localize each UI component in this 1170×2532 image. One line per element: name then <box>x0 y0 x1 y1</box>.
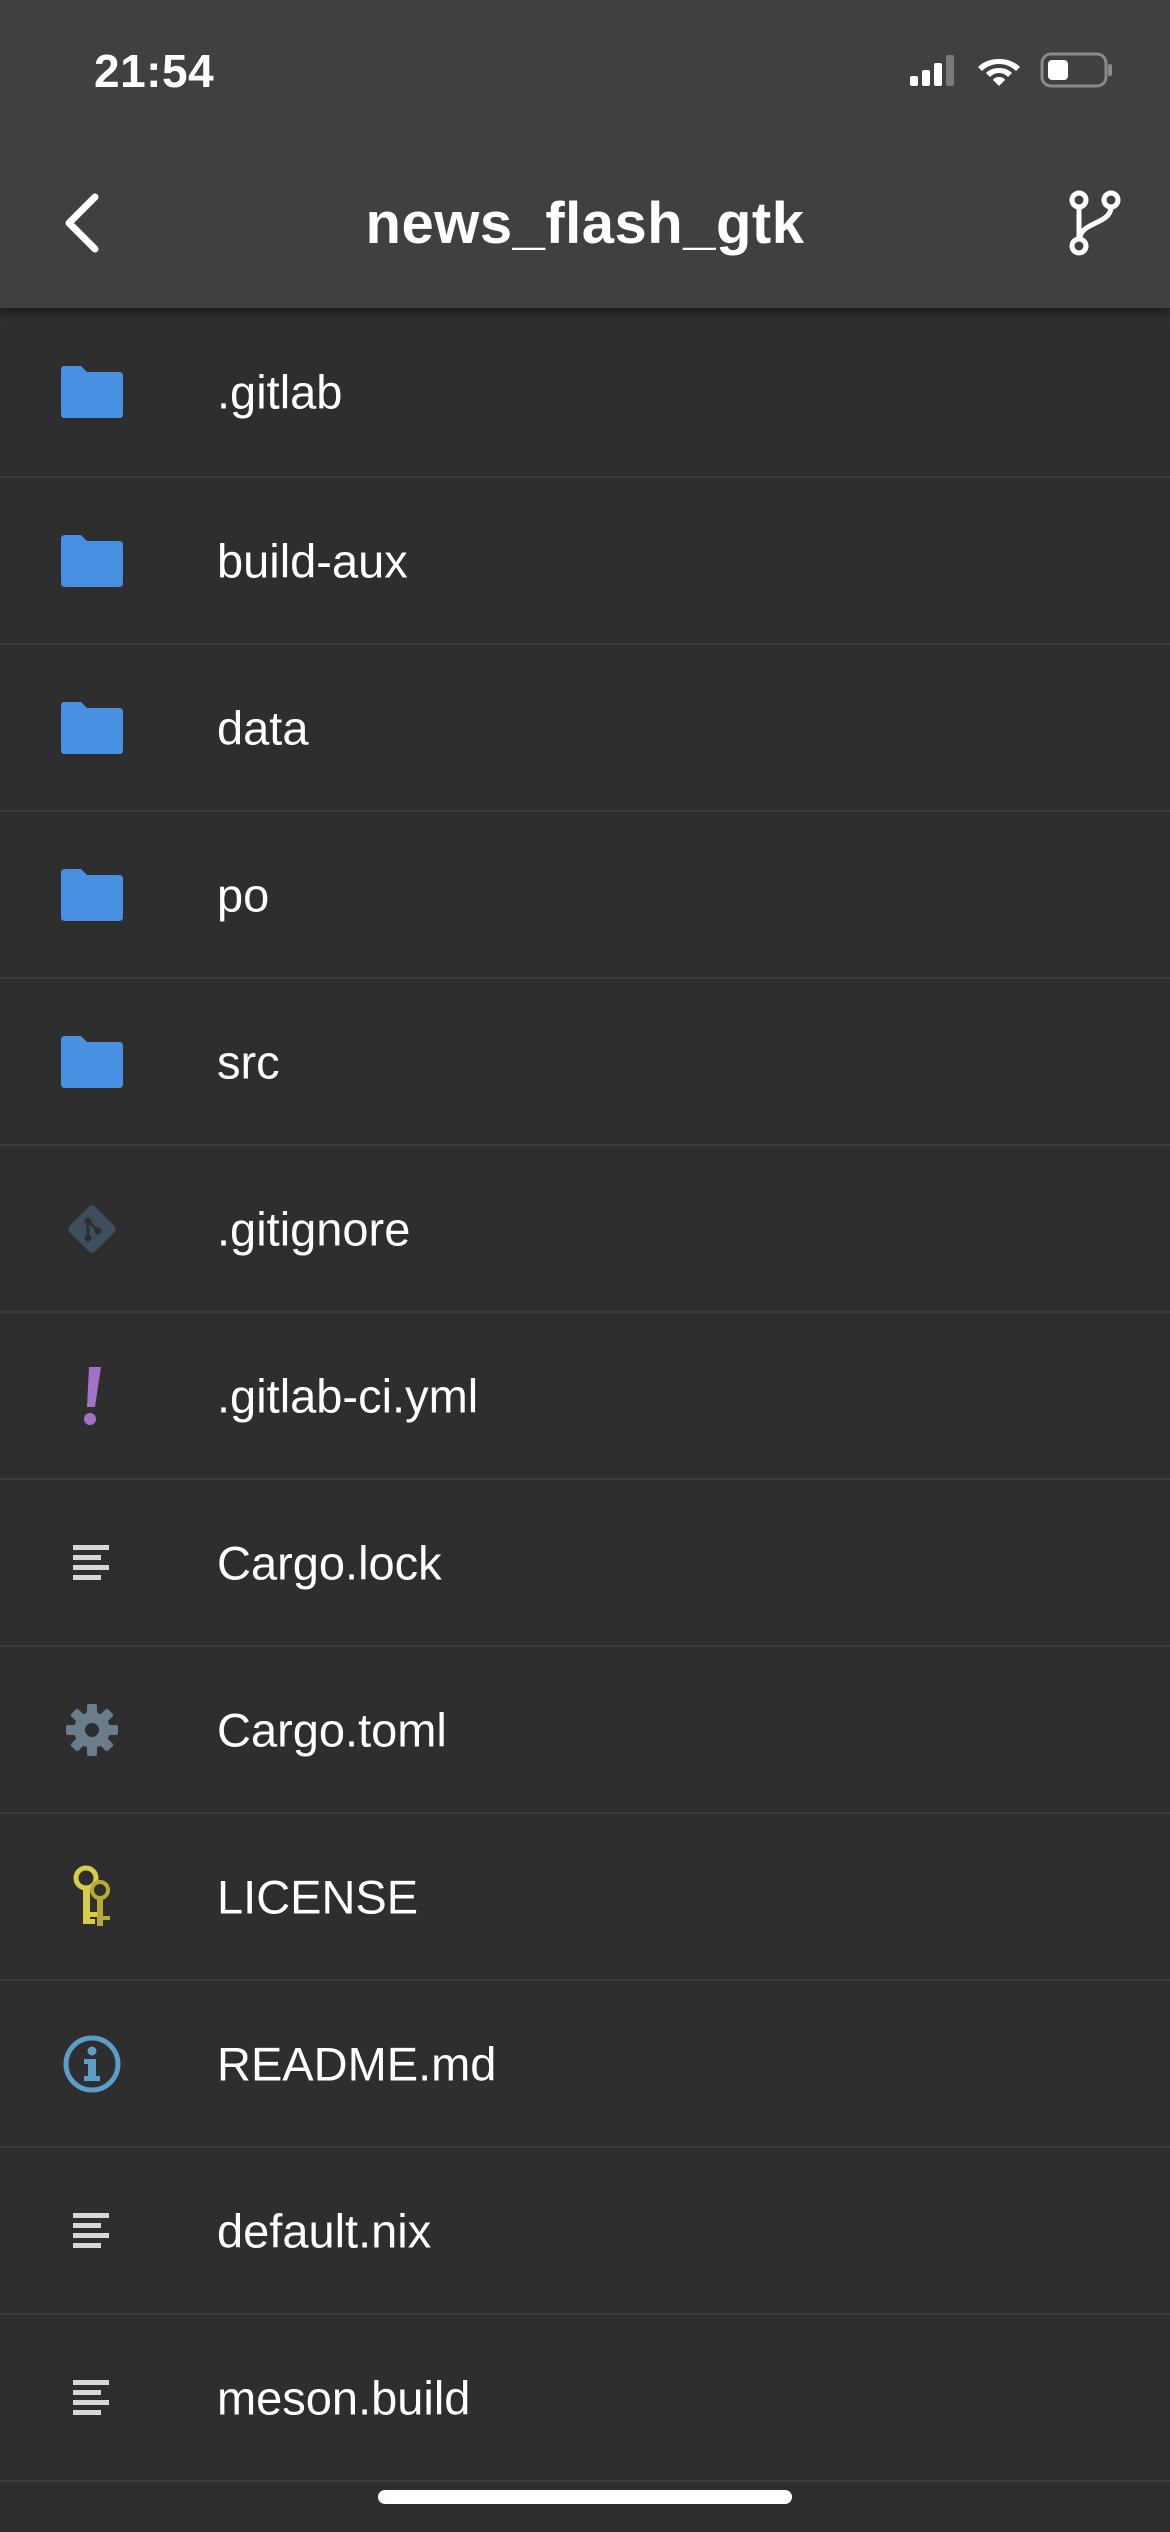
file-name: Cargo.toml <box>217 1703 447 1756</box>
file-name: meson.build <box>217 2371 471 2424</box>
folder-icon <box>40 693 144 763</box>
file-name: README.md <box>217 2037 497 2090</box>
folder-row[interactable]: .gitlab <box>0 308 1170 478</box>
file-name: .gitlab <box>217 365 343 419</box>
exclamation-icon <box>40 1361 144 1431</box>
folder-row[interactable]: data <box>0 645 1170 812</box>
text-lines-icon <box>40 2363 144 2433</box>
folder-row[interactable]: build-aux <box>0 478 1170 645</box>
wifi-icon <box>976 53 1022 92</box>
home-indicator[interactable] <box>378 2490 792 2504</box>
file-name: LICENSE <box>217 1870 419 1923</box>
cellular-signal-icon <box>910 54 958 91</box>
back-button[interactable] <box>36 180 126 270</box>
branch-button[interactable] <box>1050 180 1140 270</box>
file-name: default.nix <box>217 2204 432 2257</box>
text-lines-icon <box>40 2196 144 2266</box>
text-lines-icon <box>40 1528 144 1598</box>
chevron-left-icon <box>59 191 103 260</box>
file-list: .gitlab build-aux data po src .gitignore… <box>0 308 1170 2482</box>
status-time: 21:54 <box>94 45 215 97</box>
folder-icon <box>40 526 144 596</box>
navigation-bar: news_flash_gtk <box>0 160 1170 290</box>
folder-row[interactable]: po <box>0 812 1170 979</box>
folder-icon <box>40 357 144 427</box>
file-name: build-aux <box>217 534 408 587</box>
app-header: 21:54 news_flash_gtk <box>0 0 1170 308</box>
file-row[interactable]: meson.build <box>0 2315 1170 2482</box>
page-title: news_flash_gtk <box>365 191 805 256</box>
file-row[interactable]: default.nix <box>0 2148 1170 2315</box>
file-name: po <box>217 868 270 921</box>
git-icon <box>40 1194 144 1264</box>
battery-icon <box>1040 52 1114 93</box>
file-row[interactable]: Cargo.lock <box>0 1480 1170 1647</box>
file-row[interactable]: .gitlab-ci.yml <box>0 1313 1170 1480</box>
file-row[interactable]: LICENSE <box>0 1814 1170 1981</box>
file-name: .gitlab-ci.yml <box>217 1369 479 1422</box>
file-name: src <box>217 1035 280 1088</box>
gear-icon <box>40 1695 144 1765</box>
keys-icon <box>40 1862 144 1932</box>
folder-row[interactable]: src <box>0 979 1170 1146</box>
folder-icon <box>40 1027 144 1097</box>
file-name: data <box>217 701 309 754</box>
file-row[interactable]: README.md <box>0 1981 1170 2148</box>
file-name: Cargo.lock <box>217 1536 442 1589</box>
status-bar: 21:54 <box>0 0 1170 150</box>
info-icon <box>40 2029 144 2099</box>
folder-icon <box>40 860 144 930</box>
file-name: .gitignore <box>217 1202 411 1255</box>
file-row[interactable]: Cargo.toml <box>0 1647 1170 1814</box>
git-branch-icon <box>1067 188 1123 263</box>
status-icons <box>910 52 1114 93</box>
file-row[interactable]: .gitignore <box>0 1146 1170 1313</box>
